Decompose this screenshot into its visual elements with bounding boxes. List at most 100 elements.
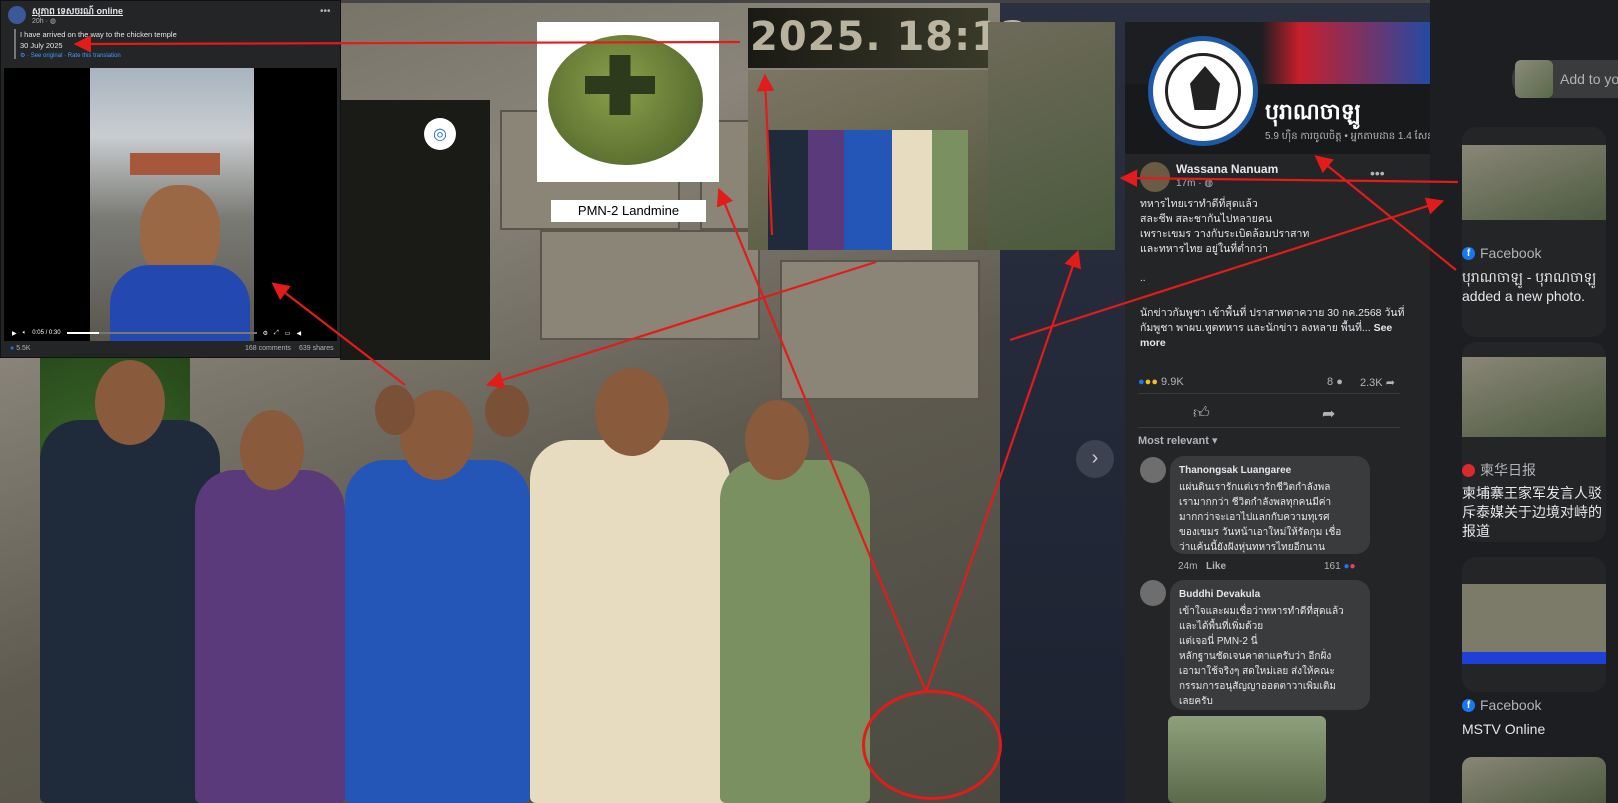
comment-avatar[interactable] xyxy=(1140,457,1166,483)
post-text-second-body: นักข่าวกัมพูชา เข้าพื้นที่ ปราสาทตาควาย … xyxy=(1140,307,1405,334)
post-time-text: 17m · xyxy=(1176,178,1205,189)
temple-seal-icon xyxy=(1165,53,1241,129)
result-source-name: 柬华日报 xyxy=(1480,462,1536,478)
result-caption[interactable]: 柬埔寨王家军发言人驳斥泰媒关于边境对峙的报道 xyxy=(1462,484,1607,541)
comment-sort-label: Most relevant xyxy=(1138,435,1209,447)
comment-author[interactable]: Buddhi Devakula xyxy=(1179,587,1361,602)
temple-gate xyxy=(130,153,220,175)
person-blue-shirt xyxy=(345,460,530,803)
result-thumbnail[interactable] xyxy=(1462,757,1606,803)
video-comment-count[interactable]: 168 comments xyxy=(245,345,291,352)
video-like-count[interactable]: ● 5.5K xyxy=(10,345,31,352)
comment-like-link[interactable]: Like xyxy=(1206,561,1226,572)
video-time: 0:05 / 0:30 xyxy=(32,330,61,336)
video-post-text-line2: 30 July 2025 xyxy=(20,41,63,50)
video-post-text: I have arrived on the way to the chicken… xyxy=(20,29,177,51)
result-thumbnail[interactable] xyxy=(1462,145,1606,220)
reaction-summary[interactable]: ●●● 9.9K xyxy=(1138,376,1184,388)
quote-bar xyxy=(14,29,16,59)
like-reaction-icon: ● xyxy=(1138,376,1145,388)
result-thumbnail[interactable] xyxy=(1462,584,1606,664)
translation-link[interactable]: ⚙ · See original · Rate this translation xyxy=(20,52,121,59)
fullscreen-icon[interactable]: ⤢ xyxy=(274,330,279,337)
video-post-time-text: 20h · xyxy=(32,18,50,25)
news-source-icon xyxy=(1462,463,1475,477)
comment-reaction-count: 161 ●● xyxy=(1324,561,1356,572)
divider xyxy=(1138,427,1400,428)
comment-bubble: Thanongsak Luangaree แผ่นดินเรารักแต่เรา… xyxy=(1170,456,1370,554)
share-icon: ➦ xyxy=(1385,377,1395,389)
comment-bubble: Buddhi Devakula เข้าใจและผมเชื่อว่าทหารท… xyxy=(1170,580,1370,710)
more-options-icon[interactable]: ••• xyxy=(1370,165,1385,181)
person-green-shirt xyxy=(720,460,870,803)
globe-icon: ◍ xyxy=(1204,178,1214,189)
post-author[interactable]: Wassana Nanuam xyxy=(1176,162,1278,176)
person-head-background xyxy=(485,385,529,437)
temple-wall-photo xyxy=(988,22,1115,250)
reaction-count: 9.9K xyxy=(1161,376,1184,388)
person-cream-shirt xyxy=(530,440,730,803)
comment-body: แผ่นดินเรารักแต่เรารักชีวิตกำลังพล เรามา… xyxy=(1179,482,1342,553)
volume-icon[interactable]: 🔈︎ xyxy=(23,330,27,337)
result-source: f Facebook xyxy=(1462,245,1541,261)
play-icon[interactable]: ▶ xyxy=(12,330,17,337)
comment-reaction-count-text: 161 xyxy=(1324,561,1341,572)
comment-attached-image[interactable] xyxy=(1168,716,1326,803)
comment-avatar[interactable] xyxy=(1140,580,1166,606)
video-progress-fill xyxy=(66,332,99,334)
like-reaction-icon: ● xyxy=(10,345,15,352)
post-author-avatar[interactable] xyxy=(1140,162,1170,192)
comment-body: เข้าใจและผมเชื่อว่าทหารทำดีที่สุดแล้ว แล… xyxy=(1179,606,1344,707)
person-head xyxy=(95,360,165,445)
person-soldier-left xyxy=(40,420,220,803)
video-post-avatar[interactable] xyxy=(8,6,26,24)
divider xyxy=(1138,393,1400,394)
speaker-icon[interactable]: ◀ xyxy=(296,330,301,337)
video-controls: ▶ 🔈︎ 0:05 / 0:30 ⚙ ⤢ ▭ ◀ xyxy=(4,325,337,341)
like-button[interactable]: 👍︎ xyxy=(1193,404,1210,423)
result-thumbnail[interactable] xyxy=(1462,357,1606,437)
result-source: 柬华日报 xyxy=(1462,460,1536,480)
comment-count-text: 8 xyxy=(1327,376,1334,388)
window-edge xyxy=(340,0,1430,3)
comment-time: 24m xyxy=(1178,561,1198,572)
page-stats: 5.9 ហ៊ឺន ការចូលចិត្ត • អ្នកតាមដាន 1.4 សែ… xyxy=(1265,131,1453,142)
temple-doorway xyxy=(340,100,490,360)
comment-sort-dropdown[interactable]: Most relevant ▾ xyxy=(1138,434,1218,447)
landmine-label: PMN-2 Landmine xyxy=(551,200,706,222)
result-source-name: Facebook xyxy=(1480,245,1542,261)
chevron-down-icon: ▾ xyxy=(1211,435,1218,447)
person-purple-shirt xyxy=(195,470,345,803)
more-options-icon[interactable]: ••• xyxy=(320,6,331,17)
temple-stone xyxy=(540,230,760,340)
globe-icon: ◍ xyxy=(49,18,57,25)
post-time: 17m · ◍ xyxy=(1176,178,1213,189)
next-photo-button[interactable]: › xyxy=(1076,440,1114,478)
comment-count[interactable]: 8 ● xyxy=(1327,376,1343,388)
gear-icon[interactable]: ⚙ xyxy=(263,330,268,337)
post-text-ellipsis: .. xyxy=(1140,273,1146,284)
group-people xyxy=(768,130,968,250)
lens-search-icon[interactable]: ◎ xyxy=(424,118,456,150)
page-name[interactable]: បុរាណចាឡូ xyxy=(1265,98,1361,130)
share-count-text: 2.3K xyxy=(1360,377,1383,389)
video-progress-bar[interactable] xyxy=(66,332,257,334)
person-head xyxy=(745,400,809,480)
video-post-time: 20h · ◍ xyxy=(32,17,56,25)
comment-author[interactable]: Thanongsak Luangaree xyxy=(1179,463,1361,478)
result-caption[interactable]: បុរាណចាឡូ - បុរាណចាឡូ added a new photo. xyxy=(1462,268,1607,306)
person-head xyxy=(595,368,669,456)
share-button[interactable]: ➦ xyxy=(1322,404,1335,424)
care-reaction-icon: ● xyxy=(1151,376,1158,388)
result-caption[interactable]: MSTV Online xyxy=(1462,720,1607,739)
result-source-name: Facebook xyxy=(1480,697,1542,713)
page-logo[interactable] xyxy=(1148,36,1258,146)
video-share-count[interactable]: 639 shares xyxy=(299,345,334,352)
person-head-background xyxy=(375,385,415,435)
video-post-text-line1: I have arrived on the way to the chicken… xyxy=(20,30,177,39)
facebook-icon: f xyxy=(1462,698,1475,712)
group-photo-inset xyxy=(748,70,988,250)
share-count[interactable]: 2.3K ➦ xyxy=(1360,376,1395,389)
search-thumbnail xyxy=(1515,60,1553,98)
pip-icon[interactable]: ▭ xyxy=(285,330,291,337)
